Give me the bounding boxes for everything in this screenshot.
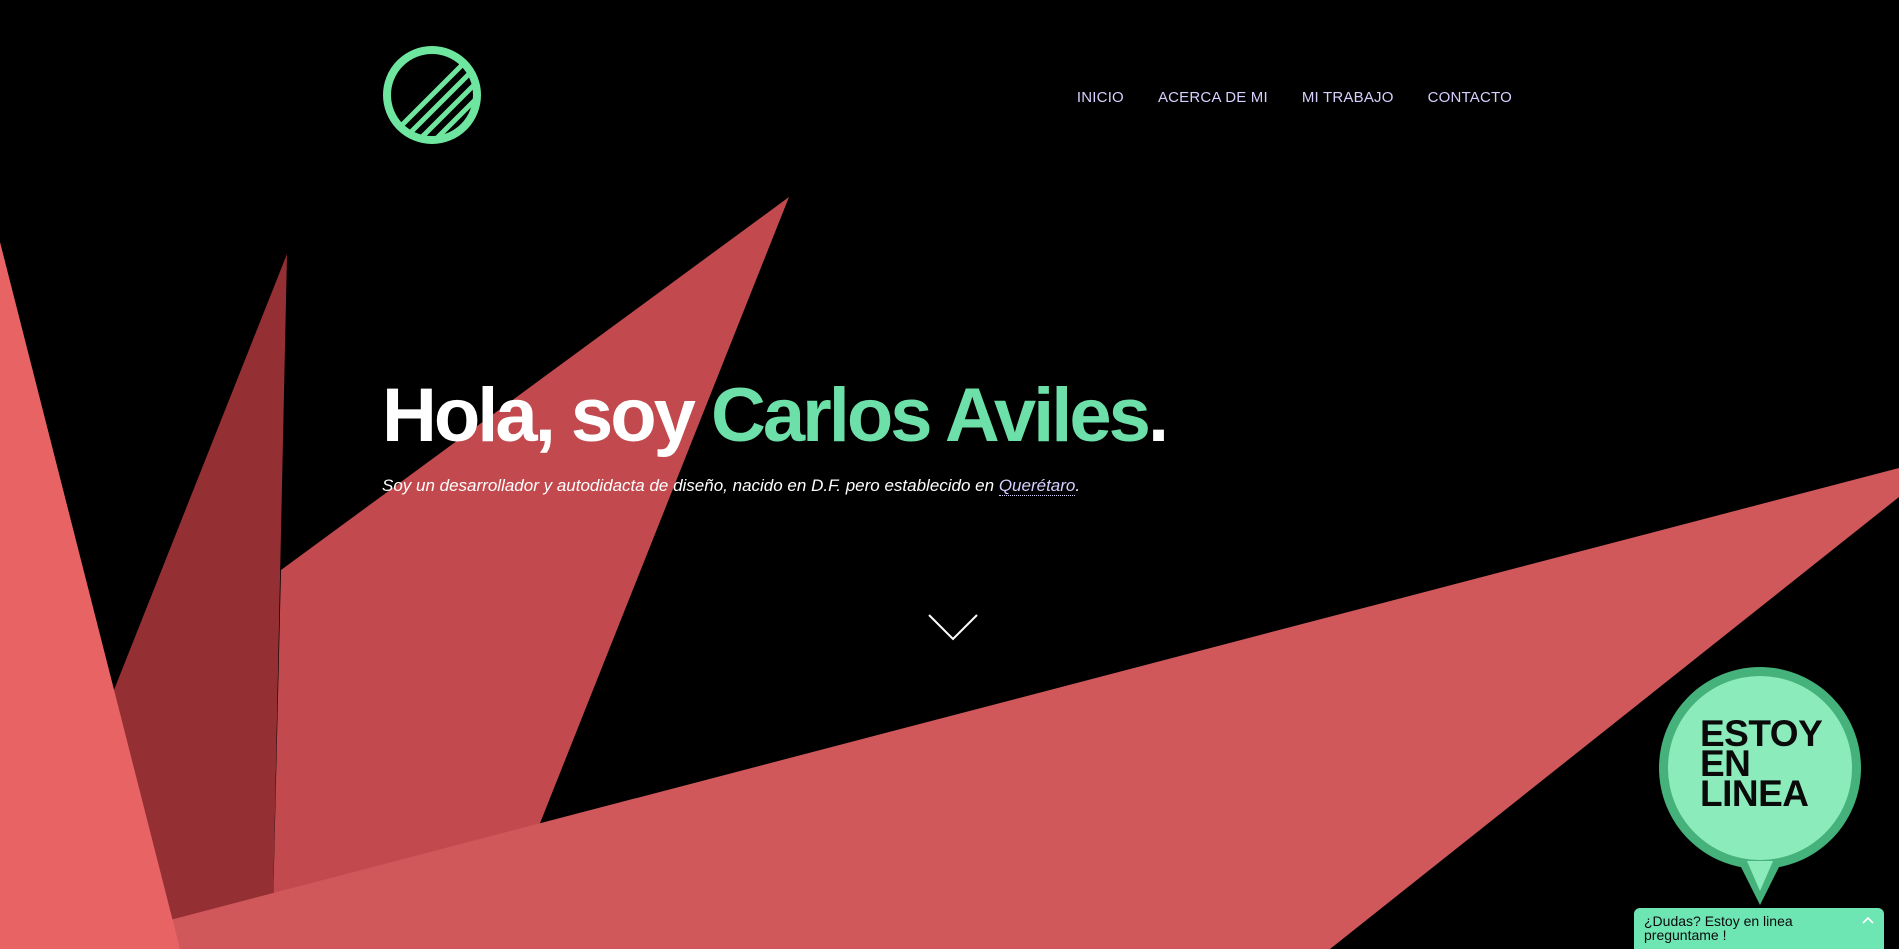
nav-item-acerca-de-mi[interactable]: ACERCA DE MI <box>1158 89 1268 106</box>
online-status-text: ESTOY EN LINEA <box>1700 715 1823 814</box>
hero-section: Hola, soy Carlos Aviles. Soy un desarrol… <box>382 378 1169 496</box>
nav-item-mi-trabajo[interactable]: MI TRABAJO <box>1302 89 1394 106</box>
chevron-down-icon[interactable] <box>927 612 979 642</box>
hero-period: . <box>1147 373 1169 458</box>
hero-subtitle-end: . <box>1075 476 1081 495</box>
chat-widget-bar[interactable]: ¿Dudas? Estoy en linea preguntame ! <box>1634 908 1884 949</box>
page: INICIO ACERCA DE MI MI TRABAJO CONTACTO … <box>0 0 1899 949</box>
nav-item-inicio[interactable]: INICIO <box>1077 89 1124 106</box>
hero-greeting: Hola, soy <box>382 373 711 458</box>
hero-subtitle: Soy un desarrollador y autodidacta de di… <box>382 476 1166 496</box>
chat-bar-text: ¿Dudas? Estoy en linea preguntame ! <box>1644 913 1793 943</box>
nav-item-contacto[interactable]: CONTACTO <box>1428 89 1512 106</box>
hero-name: Carlos Aviles <box>711 373 1151 458</box>
hero-title: Hola, soy Carlos Aviles. <box>382 378 1169 454</box>
online-text-line3: LINEA <box>1700 773 1809 814</box>
logo-icon[interactable] <box>382 45 482 145</box>
hero-subtitle-text: Soy un desarrollador y autodidacta de di… <box>382 476 999 495</box>
chevron-up-icon[interactable] <box>1862 915 1874 925</box>
main-nav: INICIO ACERCA DE MI MI TRABAJO CONTACTO <box>1077 89 1512 106</box>
hero-location-link[interactable]: Querétaro <box>998 476 1076 496</box>
